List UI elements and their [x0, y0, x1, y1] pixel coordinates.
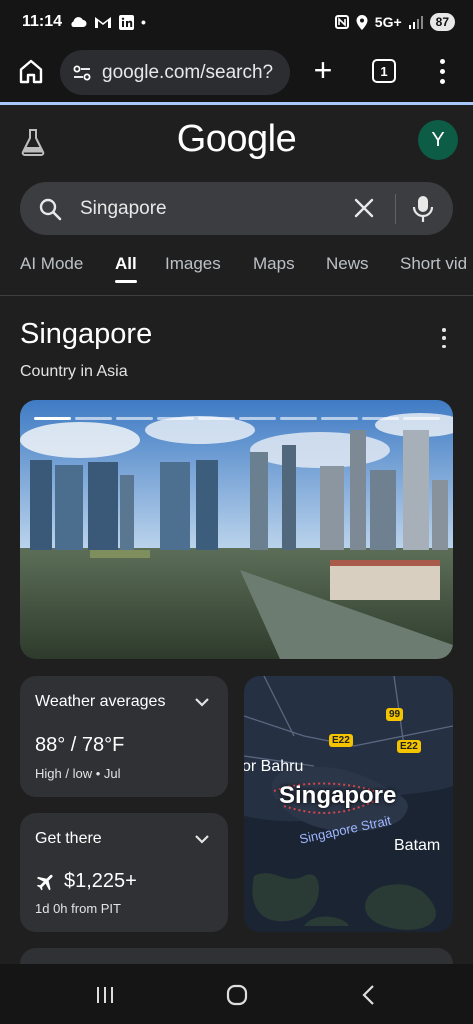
- entity-subtitle: Country in Asia: [20, 363, 128, 380]
- tab-news[interactable]: News: [326, 254, 369, 274]
- tab-images[interactable]: Images: [165, 254, 221, 274]
- entity-photo[interactable]: [20, 400, 453, 659]
- gmail-icon: [95, 17, 112, 28]
- tab-maps[interactable]: Maps: [253, 254, 295, 274]
- page-load-progress-fill: [0, 102, 473, 105]
- weather-caption: High / low • Jul: [35, 766, 121, 781]
- search-tabs: AI Mode All Images Maps News Short vid: [0, 250, 473, 286]
- recents-icon[interactable]: [92, 982, 118, 1008]
- tab-short-videos[interactable]: Short vid: [400, 254, 467, 274]
- map-label-batam: Batam: [394, 837, 441, 854]
- map-label-singapore: Singapore: [279, 782, 397, 809]
- microphone-icon[interactable]: [412, 194, 434, 224]
- weather-heading: Weather averages: [35, 693, 166, 710]
- home-nav-icon[interactable]: [224, 982, 250, 1008]
- cloud-icon: [71, 17, 87, 27]
- entity-title: Singapore: [20, 318, 153, 350]
- status-left: 11:14 •: [22, 13, 146, 31]
- search-divider: [395, 194, 396, 224]
- status-time: 11:14: [22, 13, 63, 30]
- signal-icon: [408, 15, 423, 29]
- map-preview[interactable]: 99 E22 E22 or Bahru Singapore Singapore …: [244, 676, 453, 932]
- home-icon[interactable]: [16, 56, 46, 86]
- network-type: 5G+: [374, 14, 402, 30]
- search-input[interactable]: [80, 195, 340, 223]
- chevron-down-icon[interactable]: [194, 833, 210, 845]
- clear-icon[interactable]: [353, 197, 375, 219]
- account-avatar[interactable]: Y: [418, 120, 458, 160]
- avatar-letter: Y: [431, 128, 445, 151]
- dot-icon: •: [141, 14, 146, 30]
- tab-count: 1: [380, 63, 388, 79]
- get-there-heading: Get there: [35, 830, 102, 847]
- tab-all[interactable]: All: [115, 254, 137, 274]
- tab-switcher-button[interactable]: 1: [372, 59, 396, 83]
- back-icon[interactable]: [356, 982, 382, 1008]
- road-shield-99: 99: [386, 708, 404, 721]
- site-settings-icon[interactable]: [72, 63, 92, 83]
- chevron-down-icon[interactable]: [194, 696, 210, 708]
- active-tab-indicator: [115, 280, 137, 283]
- entity-more-icon[interactable]: [436, 328, 452, 348]
- browser-toolbar: google.com/search? + 1: [0, 44, 473, 102]
- tabs-divider: [0, 295, 473, 296]
- map-label-johor-bahru: or Bahru: [244, 758, 304, 775]
- weather-temps: 88° / 78°F: [35, 734, 125, 756]
- url-text: google.com/search?: [102, 61, 274, 83]
- address-bar[interactable]: google.com/search?: [60, 50, 290, 95]
- page-load-progress: [0, 102, 473, 105]
- status-right: 5G+ 87: [334, 13, 455, 31]
- airplane-icon: [36, 874, 53, 891]
- new-tab-button[interactable]: +: [308, 54, 338, 88]
- nfc-icon: [334, 15, 349, 29]
- search-box[interactable]: [20, 182, 453, 235]
- weather-card[interactable]: Weather averages 88° / 78°F High / low •…: [20, 676, 228, 797]
- tab-ai-mode[interactable]: AI Mode: [20, 254, 83, 274]
- linkedin-icon: [119, 14, 135, 30]
- road-shield-e22: E22: [329, 734, 353, 747]
- system-nav-bar: [0, 964, 473, 1024]
- google-logo[interactable]: Google: [0, 118, 473, 161]
- get-there-card[interactable]: Get there $1,225+ 1d 0h from PIT: [20, 813, 228, 932]
- road-shield-e22-2: E22: [397, 740, 421, 753]
- battery-level: 87: [435, 15, 449, 29]
- search-icon: [39, 198, 62, 221]
- location-icon: [356, 14, 368, 30]
- battery-icon: 87: [429, 13, 455, 31]
- flight-caption: 1d 0h from PIT: [35, 901, 121, 916]
- flight-price: $1,225+: [64, 870, 137, 892]
- status-bar: 11:14 • 5G+ 87: [0, 0, 473, 44]
- more-options-button[interactable]: [432, 56, 452, 86]
